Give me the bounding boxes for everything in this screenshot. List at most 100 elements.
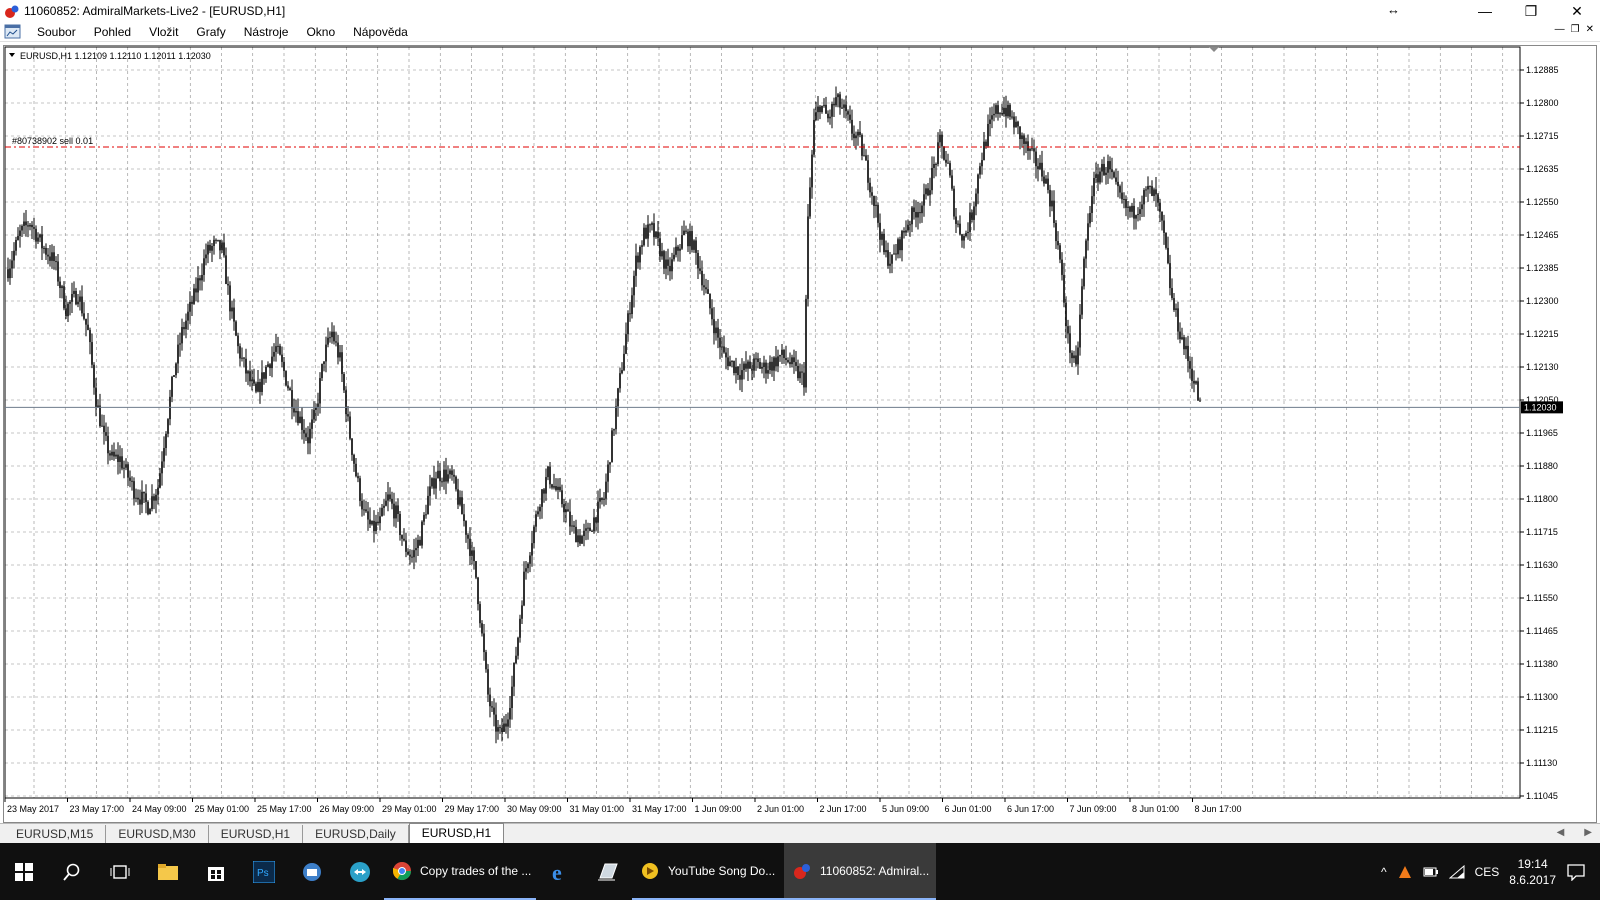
candle-body [1197,381,1199,401]
candle-body [231,307,233,312]
candle-body [303,429,305,434]
candle-body [115,454,117,457]
battery-icon[interactable] [1423,866,1439,878]
price-chart[interactable]: 1.12885 1.12800 1.12715 1.12635 1.12550 1.124… [4,46,1596,822]
edge-icon[interactable]: e [536,843,584,900]
taskbar-app-chrome[interactable]: Copy trades of the ... [384,843,536,900]
candle-body [1117,181,1119,187]
search-icon[interactable] [48,843,96,900]
language-indicator[interactable]: CES [1475,865,1500,879]
restore-button[interactable]: ❐ [1508,0,1554,22]
candle-body [397,505,399,514]
clock[interactable]: 19:14 8.6.2017 [1509,856,1556,888]
mail-app-icon[interactable] [288,843,336,900]
candle-body [743,363,745,371]
candle-body [353,454,355,464]
candle-body [1087,223,1089,241]
start-button[interactable] [0,843,48,900]
wifi-icon[interactable] [1448,864,1465,879]
candle-body [839,94,841,108]
tab-eurusd-daily[interactable]: EURUSD,Daily [303,825,409,843]
candle-body [969,212,971,232]
candle-body [925,188,927,195]
candle-body [917,212,919,218]
candle-body [285,371,287,386]
taskbar-app-youtube-downloader[interactable]: YouTube Song Do... [632,843,784,900]
candle-body [697,252,699,269]
candle-body [721,346,723,348]
candle-body [921,205,923,214]
store-icon[interactable] [192,843,240,900]
candle-body [455,476,457,490]
tab-eurusd-h1-active[interactable]: EURUSD,H1 [408,823,505,843]
tray-app-icon[interactable] [1397,864,1413,880]
candle-body [11,260,13,269]
candle-body [649,224,651,226]
candle-body [781,349,783,355]
candle-body [1177,308,1179,332]
candle-body [1095,174,1097,179]
mdi-close-icon[interactable]: ✕ [1586,24,1594,35]
candle-body [1079,314,1081,348]
time-axis: 23 May 2017 23 May 17:00 24 May 09:00 25 Ma… [4,798,1242,814]
candle-body [271,356,273,369]
teamviewer-icon[interactable] [336,843,384,900]
candle-body [29,224,31,227]
candle-body [625,334,627,354]
candle-body [255,383,257,392]
price-tick-label: 1.11800 [1526,494,1558,504]
candle-body [199,278,201,281]
mdi-minimize-icon[interactable]: — [1555,24,1565,35]
candle-body [871,192,873,196]
tab-eurusd-h1[interactable]: EURUSD,H1 [209,825,304,843]
menu-napoveda[interactable]: Nápověda [344,22,417,42]
task-view-icon[interactable] [96,843,144,900]
candle-body [867,160,869,183]
mdi-restore-icon[interactable]: ❐ [1571,24,1580,35]
menu-vlozit[interactable]: Vložit [140,22,187,42]
chart-document-icon[interactable] [4,24,22,40]
candle-body [1139,209,1141,214]
candle-body [999,113,1001,115]
notepad-icon[interactable] [584,843,632,900]
candle-body [177,344,179,364]
candle-body [765,362,767,374]
candle-body [373,520,375,532]
menu-soubor[interactable]: Soubor [28,22,85,42]
candle-body [583,530,585,537]
candle-body [405,540,407,552]
candle-body [91,342,93,365]
tab-scroll-right-icon[interactable]: ▶ [1584,827,1592,838]
menu-okno[interactable]: Okno [297,22,344,42]
candle-body [861,134,863,156]
file-explorer-icon[interactable] [144,843,192,900]
system-tray: ^ CES 19:14 8.6.2017 [1381,843,1600,900]
menu-grafy[interactable]: Grafy [187,22,234,42]
notifications-icon[interactable] [1566,863,1586,881]
chart-window[interactable]: 1.12885 1.12800 1.12715 1.12635 1.12550 1.124… [3,45,1597,823]
tab-eurusd-m15[interactable]: EURUSD,M15 [4,825,107,843]
taskbar-app-label: YouTube Song Do... [668,863,776,878]
candle-body [1171,288,1173,299]
tab-scroll-left-icon[interactable]: ◀ [1557,827,1565,838]
svg-text:e: e [552,861,562,883]
resize-arrows-icon[interactable]: ↔ [1387,2,1400,17]
candle-body [415,548,417,551]
candle-body [385,500,387,506]
close-button[interactable]: ✕ [1554,0,1600,22]
windows-taskbar: Ps Copy trades of the ... e YouTube Song… [0,843,1600,900]
candle-body [27,225,29,227]
taskbar-app-metatrader[interactable]: 11060852: Admiral... [784,843,936,900]
menu-pohled[interactable]: Pohled [85,22,140,42]
candle-body [403,538,405,541]
candle-body [1045,178,1047,184]
candle-body [377,521,379,524]
tray-chevron-up-icon[interactable]: ^ [1381,865,1387,879]
photoshop-icon[interactable]: Ps [240,843,288,900]
minimize-button[interactable]: — [1462,0,1508,22]
menu-nastroje[interactable]: Nástroje [235,22,298,42]
tab-eurusd-m30[interactable]: EURUSD,M30 [106,825,209,843]
candle-body [551,484,553,488]
candle-body [1011,116,1013,118]
candle-body [813,119,815,155]
